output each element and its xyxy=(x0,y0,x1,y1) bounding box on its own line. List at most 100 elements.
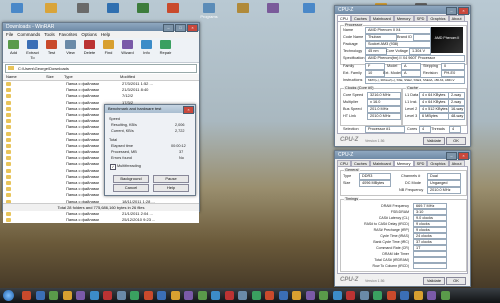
cpuz-title: CPU-Z xyxy=(338,7,354,13)
taskbar-app-icon[interactable] xyxy=(292,291,301,300)
taskbar-app-icon[interactable] xyxy=(62,291,72,300)
l1i-way: 2-way xyxy=(448,99,465,106)
selection-dropdown[interactable]: Processor #1 xyxy=(365,126,405,133)
taskbar-app-icon[interactable] xyxy=(386,291,396,300)
taskbar-app-icon[interactable] xyxy=(143,291,153,300)
taskbar-app-icon[interactable] xyxy=(319,291,328,300)
start-button[interactable] xyxy=(3,290,14,301)
desktop-icon[interactable] xyxy=(298,3,320,14)
help-button[interactable]: Help xyxy=(153,184,189,192)
toolbar-button[interactable]: View xyxy=(62,40,79,60)
taskbar-app-icon[interactable] xyxy=(305,291,315,300)
taskbar-app-icon[interactable] xyxy=(278,291,288,300)
toolbar-button[interactable]: Extract To xyxy=(24,40,41,60)
ok-button[interactable]: OK xyxy=(446,137,466,145)
taskbar-app-icon[interactable] xyxy=(265,291,274,300)
menu-item[interactable]: Tools xyxy=(44,32,55,37)
taskbar-app-icon[interactable] xyxy=(211,291,220,300)
close-button[interactable]: × xyxy=(458,7,469,15)
pause-button[interactable]: Pause xyxy=(153,175,189,183)
menu-item[interactable]: File xyxy=(6,32,13,37)
taskbar-app-icon[interactable] xyxy=(157,291,166,300)
validate-button[interactable]: Validate xyxy=(423,277,445,285)
taskbar-app-icon[interactable] xyxy=(197,291,207,300)
toolbar-button[interactable]: Repair xyxy=(157,40,174,60)
model-field: A xyxy=(401,63,421,70)
taskbar-app-icon[interactable] xyxy=(373,291,382,300)
menu-item[interactable]: Favorites xyxy=(59,32,78,37)
taskbar-app-icon[interactable] xyxy=(184,291,193,300)
toolbar-button[interactable]: Add xyxy=(5,40,22,60)
type-label: Type xyxy=(343,174,352,178)
cpuz-titlebar[interactable]: CPU-Z – × xyxy=(335,151,470,160)
menu-item[interactable]: Commands xyxy=(17,32,40,37)
desktop-icon[interactable] xyxy=(6,3,28,14)
taskbar-app-icon[interactable] xyxy=(413,291,423,300)
close-button[interactable]: × xyxy=(458,152,469,160)
background-button[interactable]: Background xyxy=(113,175,149,183)
taskbar-app-icon[interactable] xyxy=(238,291,247,300)
toolbar-button[interactable]: Info xyxy=(138,40,155,60)
winrar-titlebar[interactable]: Downloads - WinRAR – □ × xyxy=(3,23,199,32)
desktop-icon[interactable] xyxy=(262,3,284,14)
taskbar-app-icon[interactable] xyxy=(89,291,99,300)
cpuz-title: CPU-Z xyxy=(338,152,354,158)
desktop-icon[interactable] xyxy=(40,3,62,14)
desktop-icon-label: Programs xyxy=(200,14,218,19)
taskbar-app-icon[interactable] xyxy=(130,291,139,300)
app-icon xyxy=(303,3,315,13)
taskbar-app-icon[interactable] xyxy=(22,291,31,300)
menu-item[interactable]: Help xyxy=(101,32,110,37)
minimize-button[interactable]: – xyxy=(163,24,174,32)
taskbar-app-icon[interactable] xyxy=(346,291,355,300)
desktop-icon[interactable] xyxy=(132,3,154,14)
cpuz-memory-window: CPU-Z – × CPU Caches Mainboard Memory SPD Grap… xyxy=(334,150,471,287)
toolbar-button[interactable]: Delete xyxy=(81,40,98,60)
minimize-button[interactable]: – xyxy=(446,152,457,160)
taskbar-app-icon[interactable] xyxy=(76,291,85,300)
taskbar-app-icon[interactable] xyxy=(332,291,342,300)
processor-group-title: Processor xyxy=(344,23,364,27)
maximize-button[interactable]: □ xyxy=(175,24,186,32)
taskbar-app-icon[interactable] xyxy=(103,291,112,300)
file-row[interactable]: Папка с файлами 25/12/2010 9:23 ... xyxy=(3,217,199,224)
cancel-button[interactable]: Cancel xyxy=(113,184,149,192)
multithreading-checkbox[interactable]: ✓ xyxy=(110,164,116,170)
taskbar-app-icon[interactable] xyxy=(224,291,234,300)
desktop-icon[interactable] xyxy=(72,3,94,14)
timing-label: DRAM Idle Timer xyxy=(382,252,409,256)
nbfreq-label: NB Frequency xyxy=(399,188,424,192)
taskbar-app-icon[interactable] xyxy=(400,291,409,300)
col-name[interactable]: Name xyxy=(3,74,46,80)
taskbar-app-icon[interactable] xyxy=(251,291,261,300)
taskbar-app-icon[interactable] xyxy=(440,291,450,300)
toolbar-button[interactable]: Test xyxy=(43,40,60,60)
toolbar-button[interactable]: Wizard xyxy=(119,40,136,60)
col-modified[interactable]: Modified xyxy=(120,74,180,80)
taskbar-app-icon[interactable] xyxy=(116,291,126,300)
close-button[interactable]: × xyxy=(187,24,198,32)
address-bar[interactable]: C:\Users\George\Downloads xyxy=(5,64,197,73)
taskbar-app-icon[interactable] xyxy=(427,291,436,300)
taskbar-app-icon[interactable] xyxy=(35,291,45,300)
validate-button[interactable]: Validate xyxy=(423,137,445,145)
package-label: Package xyxy=(343,42,358,46)
voltage-field: 1.304 V xyxy=(409,48,431,55)
desktop-icon[interactable]: Programs xyxy=(198,3,220,19)
ok-button[interactable]: OK xyxy=(446,277,466,285)
menu-item[interactable]: Options xyxy=(81,32,97,37)
close-button[interactable]: × xyxy=(183,106,194,114)
desktop-icon[interactable] xyxy=(162,3,184,14)
toolbar-button[interactable]: Find xyxy=(100,40,117,60)
taskbar-app-icon[interactable] xyxy=(49,291,58,300)
benchmark-titlebar[interactable]: Benchmark and hardware test × xyxy=(105,105,195,114)
toolbar-label: View xyxy=(66,50,75,55)
cpuz-titlebar[interactable]: CPU-Z – × xyxy=(335,6,470,15)
taskbar-app-icon[interactable] xyxy=(359,291,369,300)
desktop-icon[interactable] xyxy=(102,3,124,14)
desktop-icon[interactable] xyxy=(232,3,254,14)
col-type[interactable]: Type xyxy=(64,74,120,80)
taskbar-app-icon[interactable] xyxy=(170,291,180,300)
col-size[interactable]: Size xyxy=(46,74,64,80)
minimize-button[interactable]: – xyxy=(446,7,457,15)
